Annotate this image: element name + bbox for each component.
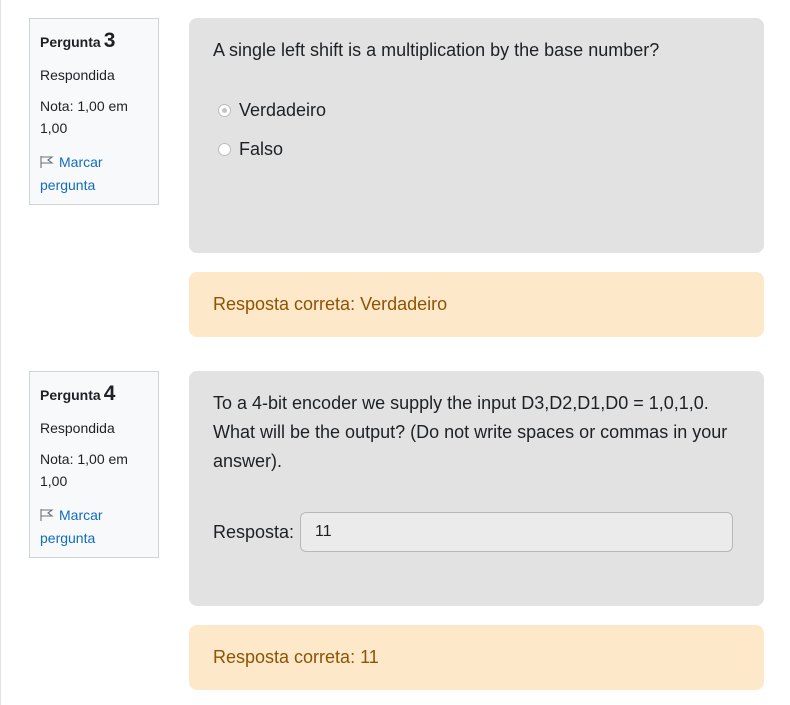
question-4-feedback: Resposta correta: 11 — [189, 625, 764, 690]
answer-input[interactable]: 11 — [300, 512, 734, 552]
question-4-number-value: 4 — [103, 382, 116, 405]
question-3-content: A single left shift is a multiplication … — [189, 18, 764, 253]
question-3-info: Pergunta 3 Respondida Nota: 1,00 em 1,00 … — [29, 18, 159, 205]
option-verdadeiro[interactable]: Verdadeiro — [213, 97, 740, 123]
page-left-border — [0, 0, 1, 705]
question-3-options: Verdadeiro Falso — [213, 97, 740, 162]
option-falso-label: Falso — [239, 138, 284, 159]
question-3-flag-link[interactable]: Marcar pergunta — [40, 151, 148, 197]
question-3-label: Pergunta — [40, 34, 101, 50]
option-verdadeiro-label: Verdadeiro — [239, 99, 327, 120]
question-4-number: Pergunta 4 — [40, 382, 148, 406]
option-falso[interactable]: Falso — [213, 136, 740, 162]
question-3-text: A single left shift is a multiplication … — [213, 40, 660, 60]
question-3-state: Respondida — [40, 67, 115, 83]
question-4-content: To a 4-bit encoder we supply the input D… — [189, 371, 764, 606]
question-3-number-value: 3 — [103, 29, 116, 52]
question-4-label: Pergunta — [40, 387, 101, 403]
question-3-grade: Nota: 1,00 em 1,00 — [40, 98, 128, 136]
question-4-feedback-text: Resposta correta: 11 — [213, 647, 379, 667]
question-4-state: Respondida — [40, 420, 115, 436]
flag-icon — [40, 505, 54, 521]
question-4-info: Pergunta 4 Respondida Nota: 1,00 em 1,00 … — [29, 371, 159, 558]
question-3-feedback-text: Resposta correta: Verdadeiro — [213, 294, 448, 314]
question-4-text: To a 4-bit encoder we supply the input D… — [213, 393, 728, 471]
question-3-feedback: Resposta correta: Verdadeiro — [189, 272, 764, 337]
flag-icon — [40, 152, 54, 168]
question-3-number: Pergunta 3 — [40, 29, 148, 53]
question-4-answer-row: Resposta: 11 — [213, 512, 740, 552]
option-verdadeiro-radio[interactable] — [218, 103, 231, 117]
option-falso-radio[interactable] — [218, 142, 231, 156]
answer-label: Resposta: — [213, 521, 295, 542]
question-4-flag-link[interactable]: Marcar pergunta — [40, 504, 148, 550]
question-4-grade: Nota: 1,00 em 1,00 — [40, 451, 128, 489]
